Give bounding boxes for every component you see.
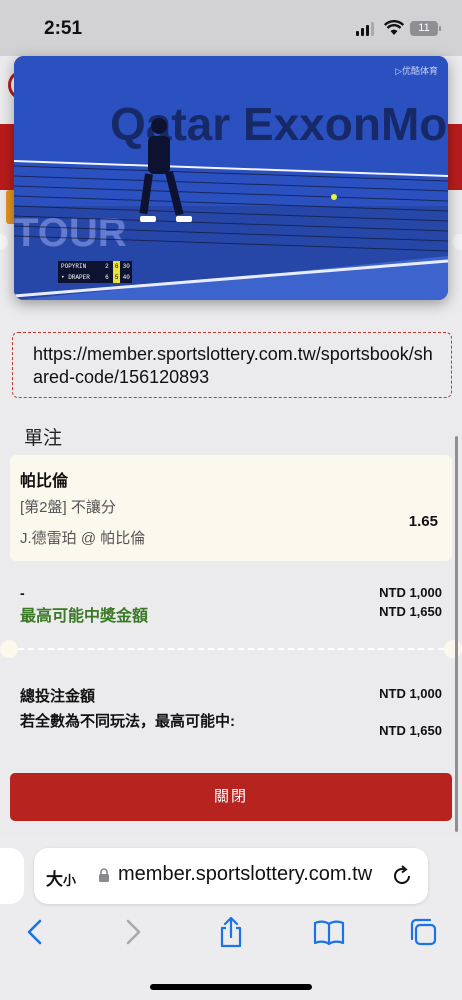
- stake-amount: NTD 1,000: [379, 585, 442, 600]
- bet-type-title: 單注: [24, 428, 63, 449]
- selection-name: 帕比倫: [20, 473, 69, 490]
- player1-set1: 2: [105, 263, 109, 270]
- text-size-button[interactable]: 大小: [46, 865, 76, 890]
- lock-icon: [99, 868, 109, 882]
- battery-icon: 11: [410, 21, 441, 36]
- max-win-all-label: 若全數為不同玩法，最高可能中:: [20, 713, 235, 730]
- scoreboard: POPYRIN 2 6 30 • DRAPER 6 5 40: [58, 261, 132, 283]
- signal-icon: [356, 22, 376, 36]
- player2-points: 40: [122, 274, 130, 281]
- wifi-icon: [384, 20, 404, 35]
- ticket-notch-right: [452, 234, 462, 250]
- forward-icon[interactable]: [118, 915, 148, 949]
- status-bar: 2:51 11: [0, 0, 462, 56]
- text-size-large: 大: [46, 870, 63, 889]
- total-stake-label: 總投注金額: [20, 688, 96, 705]
- player2-set1: 6: [105, 274, 109, 281]
- player2-name: • DRAPER: [61, 274, 90, 281]
- address-url[interactable]: member.sportslottery.com.tw: [118, 863, 380, 886]
- divider-notch-left: [0, 640, 18, 658]
- share-link[interactable]: https://member.sportslottery.com.tw/spor…: [12, 332, 452, 398]
- max-win-all-amount: NTD 1,650: [379, 723, 442, 738]
- bookmarks-icon[interactable]: [312, 915, 346, 949]
- video-watermark: ▷优酷体育: [395, 66, 438, 76]
- text-size-small: 小: [63, 873, 77, 888]
- dashed-divider: [8, 648, 454, 650]
- score-row-player1: POPYRIN 2 6 30: [58, 261, 132, 272]
- player1-name: POPYRIN: [61, 263, 87, 270]
- bet-card: 帕比倫 [第2盤] 不讓分 J.德雷珀 @ 帕比倫 1.65: [10, 455, 452, 561]
- scrollbar[interactable]: [455, 436, 458, 832]
- close-button[interactable]: 關閉: [10, 773, 452, 821]
- player1-set2: 6: [112, 261, 121, 272]
- home-indicator: [150, 984, 312, 990]
- previous-tab-peek[interactable]: [0, 848, 24, 904]
- max-win-amount: NTD 1,650: [379, 604, 442, 619]
- player1-points: 30: [122, 263, 130, 270]
- ticket-notch-left: [0, 234, 8, 250]
- back-icon[interactable]: [20, 915, 50, 949]
- max-win-label: 最高可能中獎金額: [20, 608, 149, 625]
- tabs-icon[interactable]: [408, 915, 438, 949]
- video-player[interactable]: Qatar ExxonMo TOUR ▷优酷体育 POPYRIN 2 6 30: [14, 56, 448, 300]
- match-name: J.德雷珀 @ 帕比倫: [20, 530, 146, 547]
- stake-dash: -: [20, 585, 25, 601]
- divider-notch-right: [444, 640, 462, 658]
- reload-icon[interactable]: [390, 864, 414, 888]
- score-row-player2: • DRAPER 6 5 40: [58, 272, 132, 283]
- share-icon[interactable]: [216, 915, 246, 949]
- total-stake-amount: NTD 1,000: [379, 686, 442, 701]
- status-time: 2:51: [44, 18, 83, 39]
- market-name: [第2盤] 不讓分: [20, 499, 116, 516]
- address-bar[interactable]: 大小 member.sportslottery.com.tw: [34, 848, 428, 904]
- player2-set2: 5: [112, 272, 121, 283]
- odds-value: 1.65: [408, 513, 438, 530]
